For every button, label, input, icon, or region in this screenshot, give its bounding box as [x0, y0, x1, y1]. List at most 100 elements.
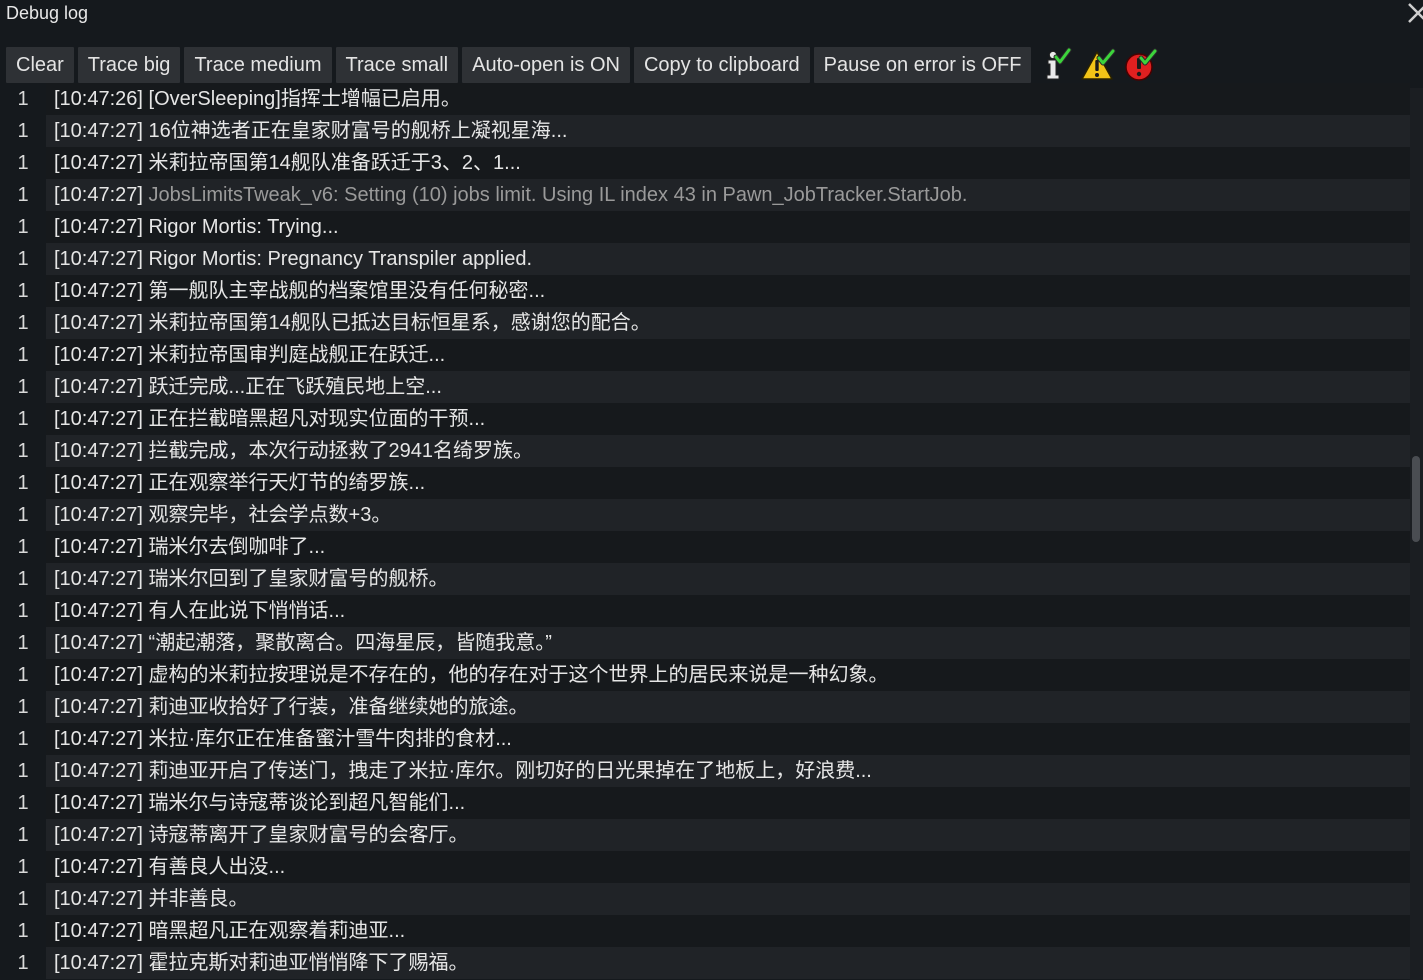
log-entry[interactable]: 1 [10:47:26] [OverSleeping]指挥士增幅已启用。	[0, 83, 1410, 115]
log-entry-message: [10:47:27] 瑞米尔回到了皇家财富号的舰桥。	[54, 563, 449, 595]
log-entry[interactable]: 1 [10:47:27] 有人在此说下悄悄话...	[0, 595, 1410, 627]
log-entry-message: [10:47:27] 跃迁完成...正在飞跃殖民地上空...	[54, 371, 442, 403]
trace-big-button[interactable]: Trace big	[77, 47, 181, 83]
log-entry[interactable]: 1 [10:47:27] 瑞米尔回到了皇家财富号的舰桥。	[0, 563, 1410, 595]
pause-on-error-toggle[interactable]: Pause on error is OFF	[813, 47, 1032, 83]
trace-small-button[interactable]: Trace small	[335, 47, 459, 83]
log-entry-text: 正在观察举行天灯节的绮罗族...	[148, 472, 426, 494]
log-entry[interactable]: 1 [10:47:27] 暗黑超凡正在观察着莉迪亚...	[0, 915, 1410, 947]
log-entry-message: [10:47:27] 瑞米尔去倒咖啡了...	[54, 531, 325, 563]
log-entry-text: Rigor Mortis: Pregnancy Transpiler appli…	[148, 248, 533, 270]
log-entry-count: 1	[17, 664, 29, 686]
log-entry-text: 瑞米尔回到了皇家财富号的舰桥。	[148, 568, 449, 590]
log-entry[interactable]: 1 [10:47:27] 16位神选者正在皇家财富号的舰桥上凝视星海...	[0, 115, 1410, 147]
log-entry[interactable]: 1 [10:47:27] 莉迪亚开启了传送门，拽走了米拉·库尔。刚切好的日光果掉在…	[0, 755, 1410, 787]
log-entry[interactable]: 1 [10:47:27] 米莉拉帝国第14舰队准备跃迁于3、2、1...	[0, 147, 1410, 179]
log-entry-count: 1	[17, 440, 29, 462]
log-entry-timestamp: [10:47:27]	[54, 376, 143, 398]
log-entry[interactable]: 1 [10:47:27] 观察完毕，社会学点数+3。	[0, 499, 1410, 531]
log-entry-text: 瑞米尔去倒咖啡了...	[148, 536, 326, 558]
close-button[interactable]	[1401, 0, 1423, 26]
log-entry[interactable]: 1 [10:47:27] 米拉·库尔正在准备蜜汁雪牛肉排的食材...	[0, 723, 1410, 755]
log-entry[interactable]: 1 [10:47:27] 并非善良。	[0, 883, 1410, 915]
clear-button[interactable]: Clear	[6, 47, 74, 83]
log-entry[interactable]: 1 [10:47:27] 正在拦截暗黑超凡对现实位面的干预...	[0, 403, 1410, 435]
toolbar: Clear Trace big Trace medium Trace small…	[6, 47, 1161, 83]
debug-log-window: Debug log Clear Trace big Trace medium T…	[0, 0, 1423, 980]
scrollbar-thumb[interactable]	[1412, 456, 1420, 542]
log-entry-message: [10:47:27] 有善良人出没...	[54, 851, 285, 883]
log-entry-count: 1	[17, 504, 29, 526]
log-entry-count: 1	[17, 184, 29, 206]
log-entry-timestamp: [10:47:27]	[54, 344, 143, 366]
log-entry-count: 1	[17, 152, 29, 174]
log-entry[interactable]: 1 [10:47:27] 有善良人出没...	[0, 851, 1410, 883]
auto-open-toggle[interactable]: Auto-open is ON	[462, 47, 630, 83]
log-entry-text: 虚构的米莉拉按理说是不存在的，他的存在对于这个世界上的居民来说是一种幻象。	[148, 664, 889, 686]
log-entry-text: [OverSleeping]指挥士增幅已启用。	[148, 88, 461, 110]
log-entry[interactable]: 1 [10:47:27] 正在观察举行天灯节的绮罗族...	[0, 467, 1410, 499]
log-entry-count: 1	[17, 728, 29, 750]
log-entry-message: [10:47:27] 虚构的米莉拉按理说是不存在的，他的存在对于这个世界上的居民…	[54, 659, 889, 691]
log-entry-count: 1	[17, 600, 29, 622]
warning-filter-toggle[interactable]	[1081, 47, 1117, 83]
log-entry[interactable]: 1 [10:47:27] 虚构的米莉拉按理说是不存在的，他的存在对于这个世界上的居…	[0, 659, 1410, 691]
log-entry-text: 米拉·库尔正在准备蜜汁雪牛肉排的食材...	[148, 728, 512, 750]
log-entry-timestamp: [10:47:27]	[54, 600, 143, 622]
error-filter-toggle[interactable]	[1123, 47, 1159, 83]
log-entry-count: 1	[17, 696, 29, 718]
log-entry-count: 1	[17, 376, 29, 398]
copy-to-clipboard-button[interactable]: Copy to clipboard	[633, 47, 810, 83]
log-entry-count: 1	[17, 952, 29, 974]
log-entry-count: 1	[17, 472, 29, 494]
log-entry[interactable]: 1 [10:47:27] 拦截完成，本次行动拯救了2941名绮罗族。	[0, 435, 1410, 467]
log-entry-message: [10:47:27] 有人在此说下悄悄话...	[54, 595, 345, 627]
log-entry[interactable]: 1 [10:47:27] 瑞米尔去倒咖啡了...	[0, 531, 1410, 563]
log-entry-message: [10:47:27] 莉迪亚收拾好了行装，准备继续她的旅途。	[54, 691, 529, 723]
log-entry-timestamp: [10:47:26]	[54, 88, 143, 110]
log-entry-message: [10:47:27] 第一舰队主宰战舰的档案馆里没有任何秘密...	[54, 275, 545, 307]
info-filter-toggle[interactable]	[1039, 47, 1075, 83]
log-entry-message: [10:47:26] [OverSleeping]指挥士增幅已启用。	[54, 83, 461, 115]
log-entry[interactable]: 1 [10:47:27] 第一舰队主宰战舰的档案馆里没有任何秘密...	[0, 275, 1410, 307]
log-list: 1 [10:47:26] [OverSleeping]指挥士增幅已启用。 1 [10:…	[0, 83, 1410, 980]
log-entry-timestamp: [10:47:27]	[54, 728, 143, 750]
log-entry-timestamp: [10:47:27]	[54, 408, 143, 430]
log-entry-count: 1	[17, 280, 29, 302]
log-entry[interactable]: 1 [10:47:27] Rigor Mortis: Pregnancy Tran…	[0, 243, 1410, 275]
log-entry[interactable]: 1 [10:47:27] 米莉拉帝国第14舰队已抵达目标恒星系，感谢您的配合。	[0, 307, 1410, 339]
log-entry-text: 16位神选者正在皇家财富号的舰桥上凝视星海...	[148, 120, 568, 142]
log-entry-message: [10:47:27] 米莉拉帝国第14舰队准备跃迁于3、2、1...	[54, 147, 521, 179]
log-entry[interactable]: 1 [10:47:27] 霍拉克斯对莉迪亚悄悄降下了赐福。	[0, 947, 1410, 979]
log-entry-timestamp: [10:47:27]	[54, 952, 143, 974]
log-entry[interactable]: 1 [10:47:27] 诗寇蒂离开了皇家财富号的会客厅。	[0, 819, 1410, 851]
log-entry-count: 1	[17, 408, 29, 430]
log-entry-text: 霍拉克斯对莉迪亚悄悄降下了赐福。	[148, 952, 469, 974]
log-entry[interactable]: 1 [10:47:27] 莉迪亚收拾好了行装，准备继续她的旅途。	[0, 691, 1410, 723]
log-entry-count: 1	[17, 344, 29, 366]
log-entry[interactable]: 1 [10:47:27] Rigor Mortis: Trying...	[0, 211, 1410, 243]
log-entry-text: 观察完毕，社会学点数+3。	[148, 504, 392, 526]
log-entry-message: [10:47:27] 并非善良。	[54, 883, 249, 915]
log-entry-text: 米莉拉帝国第14舰队准备跃迁于3、2、1...	[148, 152, 521, 174]
log-entry-text: 米莉拉帝国第14舰队已抵达目标恒星系，感谢您的配合。	[148, 312, 651, 334]
log-entry-count: 1	[17, 920, 29, 942]
log-entry[interactable]: 1 [10:47:27] 米莉拉帝国审判庭战舰正在跃迁...	[0, 339, 1410, 371]
log-entry-timestamp: [10:47:27]	[54, 760, 143, 782]
close-icon	[1408, 3, 1423, 23]
log-entry[interactable]: 1 [10:47:27] JobsLimitsTweak_v6: Setting …	[0, 179, 1410, 211]
log-entry[interactable]: 1 [10:47:27] 跃迁完成...正在飞跃殖民地上空...	[0, 371, 1410, 403]
trace-medium-button[interactable]: Trace medium	[184, 47, 332, 83]
log-entry[interactable]: 1 [10:47:27] “潮起潮落，聚散离合。四海星辰，皆随我意。”	[0, 627, 1410, 659]
log-entry[interactable]: 1 [10:47:27] 瑞米尔与诗寇蒂谈论到超凡智能们...	[0, 787, 1410, 819]
log-entry-count: 1	[17, 312, 29, 334]
log-entry-text: 莉迪亚开启了传送门，拽走了米拉·库尔。刚切好的日光果掉在了地板上，好浪费...	[148, 760, 872, 782]
log-entry-count: 1	[17, 88, 29, 110]
log-entry-count: 1	[17, 632, 29, 654]
log-entry-message: [10:47:27] 诗寇蒂离开了皇家财富号的会客厅。	[54, 819, 469, 851]
log-entry-message: [10:47:27] 米莉拉帝国第14舰队已抵达目标恒星系，感谢您的配合。	[54, 307, 651, 339]
log-entry-timestamp: [10:47:27]	[54, 440, 143, 462]
log-entry-count: 1	[17, 856, 29, 878]
log-scrollbar[interactable]	[1410, 88, 1423, 980]
log-entry-text: 跃迁完成...正在飞跃殖民地上空...	[148, 376, 442, 398]
